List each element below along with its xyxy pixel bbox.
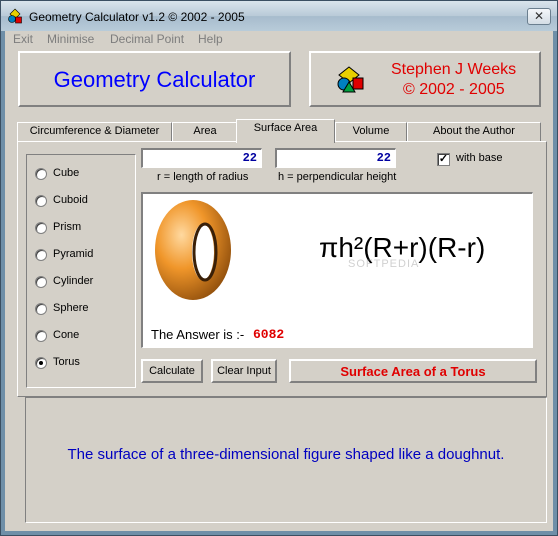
menu-bar: Exit Minimise Decimal Point Help: [5, 31, 553, 47]
radio-button[interactable]: [35, 249, 47, 261]
tab-circumference-diameter[interactable]: Circumference & Diameter: [17, 122, 172, 141]
shape-selector: Cube Cuboid Prism Pyramid Cylinder Spher…: [26, 154, 136, 388]
radio-label: Cuboid: [53, 194, 88, 206]
menu-minimise[interactable]: Minimise: [47, 32, 94, 46]
radio-label: Sphere: [53, 302, 89, 314]
app-window: Geometry Calculator v1.2 © 2002 - 2005 ✕…: [0, 0, 558, 536]
window-title: Geometry Calculator v1.2 © 2002 - 2005: [29, 10, 245, 24]
answer-value: 6082: [253, 327, 285, 342]
description-panel: The surface of a three-dimensional figur…: [25, 397, 547, 523]
copyright-years: © 2002 - 2005: [403, 81, 505, 98]
height-caption: h = perpendicular height: [278, 171, 397, 183]
surface-area-panel: Cube Cuboid Prism Pyramid Cylinder Spher…: [17, 141, 547, 397]
result-title: Surface Area of a Torus: [289, 359, 537, 383]
radio-button[interactable]: [35, 330, 47, 342]
app-title-panel: Geometry Calculator: [18, 51, 291, 107]
result-display: πh²(R+r)(R-r) The Answer is :- 6082: [141, 192, 533, 348]
calculate-button[interactable]: Calculate: [141, 359, 203, 383]
radio-label: Pyramid: [53, 248, 94, 260]
menu-decimal-point[interactable]: Decimal Point: [110, 32, 184, 46]
clear-input-button[interactable]: Clear Input: [211, 359, 277, 383]
radio-label: Cube: [53, 167, 80, 179]
with-base-checkbox[interactable]: ✓: [437, 153, 450, 166]
menu-help[interactable]: Help: [198, 32, 223, 46]
radio-button[interactable]: [35, 195, 47, 207]
radio-label: Torus: [53, 356, 80, 368]
tab-surface-area[interactable]: Surface Area: [236, 119, 335, 143]
geometry-shapes-icon: [8, 8, 22, 24]
author-panel: Stephen J Weeks © 2002 - 2005: [309, 51, 541, 107]
geometry-logo-icon: [337, 66, 364, 93]
menu-exit[interactable]: Exit: [13, 32, 33, 46]
radius-caption: r = length of radius: [157, 171, 249, 183]
radio-button[interactable]: [35, 303, 47, 315]
radio-label: Cylinder: [53, 275, 94, 287]
torus-icon: [155, 200, 231, 300]
with-base-label: with base: [456, 152, 503, 164]
radio-label: Prism: [53, 221, 82, 233]
radio-button[interactable]: [35, 276, 47, 288]
tab-area[interactable]: Area: [172, 122, 238, 141]
close-button[interactable]: ✕: [527, 8, 551, 25]
author-name: Stephen J Weeks: [391, 61, 517, 78]
radio-button[interactable]: [35, 357, 47, 369]
answer-label: The Answer is :-: [151, 327, 245, 342]
shape-description: The surface of a three-dimensional figur…: [67, 446, 505, 463]
title-bar[interactable]: Geometry Calculator v1.2 © 2002 - 2005 ✕: [1, 1, 557, 31]
tab-volume[interactable]: Volume: [335, 122, 407, 141]
tab-about-author[interactable]: About the Author: [407, 122, 541, 141]
radius-input[interactable]: 22: [141, 148, 262, 168]
main-area: Geometry Calculator Stephen J Weeks © 20…: [5, 47, 553, 531]
height-input[interactable]: 22: [275, 148, 396, 168]
radio-button[interactable]: [35, 168, 47, 180]
radio-label: Cone: [53, 329, 80, 341]
watermark: SOFTPEDIA: [348, 258, 420, 270]
radio-button[interactable]: [35, 222, 47, 234]
app-title: Geometry Calculator: [53, 67, 256, 92]
